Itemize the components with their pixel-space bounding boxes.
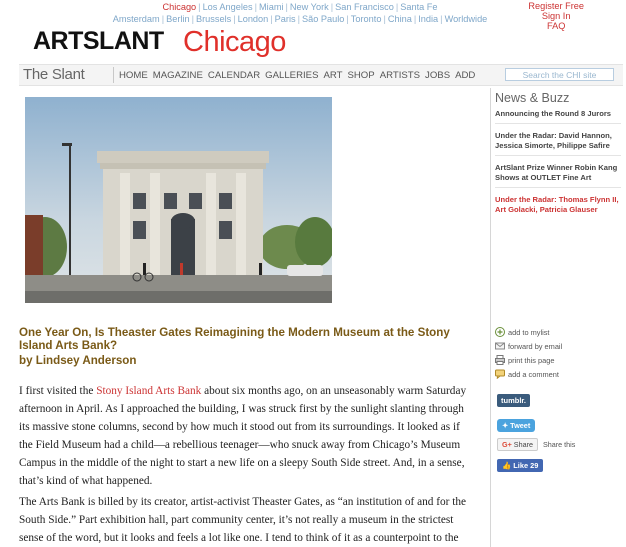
city-separator: | xyxy=(440,14,443,24)
city-link[interactable]: India xyxy=(418,14,438,24)
city-link[interactable]: Brussels xyxy=(196,14,231,24)
city-link[interactable]: London xyxy=(238,14,269,24)
city-separator: | xyxy=(198,2,201,12)
city-link[interactable]: Berlin xyxy=(166,14,190,24)
nav-divider xyxy=(113,67,114,83)
action-label: print this page xyxy=(508,355,555,365)
city-separator: | xyxy=(413,14,417,24)
city-separator: | xyxy=(346,14,349,24)
the-slant-link[interactable]: The Slant xyxy=(23,65,85,85)
city-separator: | xyxy=(270,14,273,24)
account-links: Register Free Sign In FAQ xyxy=(528,1,584,31)
comment-icon xyxy=(495,369,505,379)
artslant-logo[interactable]: ARTSLANT xyxy=(33,28,164,54)
city-links-row-2: Amsterdam | Berlin | Brussels | London | Paris | S… xyxy=(100,13,500,25)
city-link[interactable]: Miami xyxy=(259,2,284,12)
action-label: add to mylist xyxy=(508,327,550,337)
city-link[interactable]: New York xyxy=(290,2,329,12)
nav-item-jobs[interactable]: JOBS xyxy=(425,70,450,81)
nav-item-art[interactable]: ART xyxy=(323,70,342,81)
facebook-like-button[interactable]: 👍 Like 29 xyxy=(497,459,544,472)
city-separator: | xyxy=(161,14,165,24)
news-item[interactable]: Announcing the Round 8 Jurors xyxy=(495,109,621,123)
city-link[interactable]: Amsterdam xyxy=(113,14,160,24)
article-byline: by Lindsey Anderson xyxy=(19,354,137,367)
search-input[interactable] xyxy=(505,68,614,81)
news-buzz-heading: News & Buzz xyxy=(495,91,570,105)
city-separator: | xyxy=(254,2,258,12)
article-title[interactable]: One Year On, Is Theaster Gates Reimagini… xyxy=(19,326,469,352)
google-share-label: Share xyxy=(513,440,533,449)
print-icon xyxy=(495,355,505,365)
action-print[interactable]: print this page xyxy=(495,353,562,367)
city-separator: | xyxy=(233,14,236,24)
paragraph-text: I first visited the xyxy=(19,385,97,397)
news-item[interactable]: Under the Radar: David Hannon, Jessica S… xyxy=(495,123,621,155)
news-item[interactable]: Under the Radar: Thomas Flynn II, Art Go… xyxy=(495,187,621,219)
city-link[interactable]: Chicago xyxy=(162,2,196,12)
city-title: Chicago xyxy=(183,26,286,58)
news-item[interactable]: ArtSlant Prize Winner Robin Kang Shows a… xyxy=(495,155,621,187)
google-share: G+ Share Share this xyxy=(497,438,575,451)
page-actions: add to mylist forward by email print this … xyxy=(495,325,562,381)
nav-item-calendar[interactable]: CALENDAR xyxy=(208,70,260,81)
google-plus-icon: G+ xyxy=(502,440,512,449)
action-comment[interactable]: add a comment xyxy=(495,367,562,381)
city-separator: | xyxy=(191,14,194,24)
city-link[interactable]: São Paulo xyxy=(302,14,344,24)
city-separator: | xyxy=(330,2,334,12)
tweet-label: Tweet xyxy=(510,421,531,430)
city-link[interactable]: China xyxy=(388,14,412,24)
nav-items: HOME MAGAZINE CALENDAR GALLERIES ART SHOP ARTI… xyxy=(119,70,480,81)
facebook-like-label: Like 29 xyxy=(513,461,539,470)
nav-item-home[interactable]: HOME xyxy=(119,70,148,81)
nav-item-magazine[interactable]: MAGAZINE xyxy=(153,70,203,81)
city-separator: | xyxy=(395,2,399,12)
city-links: Chicago | Los Angeles | Miami | New York | San F… xyxy=(100,1,500,25)
action-label: forward by email xyxy=(508,341,563,351)
paragraph-text: about six months ago, on an unseasonably… xyxy=(19,385,467,487)
article-paragraph-1: I first visited the Stony Island Arts Ba… xyxy=(19,382,474,490)
main-nav: The Slant HOME MAGAZINE CALENDAR GALLERIES A… xyxy=(19,64,623,86)
city-link[interactable]: Santa Fe xyxy=(400,2,437,12)
faq-link[interactable]: FAQ xyxy=(528,21,584,31)
action-plus[interactable]: add to mylist xyxy=(495,325,562,339)
thumbs-up-icon: 👍 xyxy=(502,461,512,470)
tumblr-share-button[interactable]: tumblr. xyxy=(497,394,531,407)
tweet-button[interactable]: ✦ Tweet xyxy=(497,419,536,432)
nav-item-galleries[interactable]: GALLERIES xyxy=(265,70,318,81)
city-links-row-1: Chicago | Los Angeles | Miami | New York | San F… xyxy=(100,1,500,13)
article-photo xyxy=(25,97,332,303)
nav-item-add[interactable]: ADD xyxy=(455,70,475,81)
google-share-button[interactable]: G+ Share xyxy=(497,438,538,451)
nav-item-artists[interactable]: ARTISTS xyxy=(380,70,420,81)
article-paragraph-2: The Arts Bank is billed by its creator, … xyxy=(19,496,467,544)
city-link[interactable]: Paris xyxy=(275,14,296,24)
city-separator: | xyxy=(285,2,288,12)
city-link[interactable]: Worldwide xyxy=(445,14,488,24)
stony-island-arts-bank-photo xyxy=(25,97,332,303)
register-link[interactable]: Register Free xyxy=(528,1,584,11)
city-link[interactable]: Toronto xyxy=(351,14,382,24)
stony-island-arts-bank-link[interactable]: Stony Island Arts Bank xyxy=(96,385,201,397)
google-share-text: Share this xyxy=(542,440,576,449)
sidebar: News & Buzz Announcing the Round 8 Juror… xyxy=(490,88,626,547)
action-label: add a comment xyxy=(508,369,559,379)
twitter-bird-icon: ✦ xyxy=(502,421,509,430)
email-icon xyxy=(495,341,505,351)
nav-item-shop[interactable]: SHOP xyxy=(347,70,374,81)
city-separator: | xyxy=(383,14,386,24)
city-link[interactable]: Los Angeles xyxy=(203,2,253,12)
signin-link[interactable]: Sign In xyxy=(528,11,584,21)
plus-icon xyxy=(495,327,505,337)
news-list: Announcing the Round 8 Jurors Under the R… xyxy=(495,109,621,219)
city-link[interactable]: San Francisco xyxy=(335,2,394,12)
action-email[interactable]: forward by email xyxy=(495,339,562,353)
city-separator: | xyxy=(297,14,300,24)
